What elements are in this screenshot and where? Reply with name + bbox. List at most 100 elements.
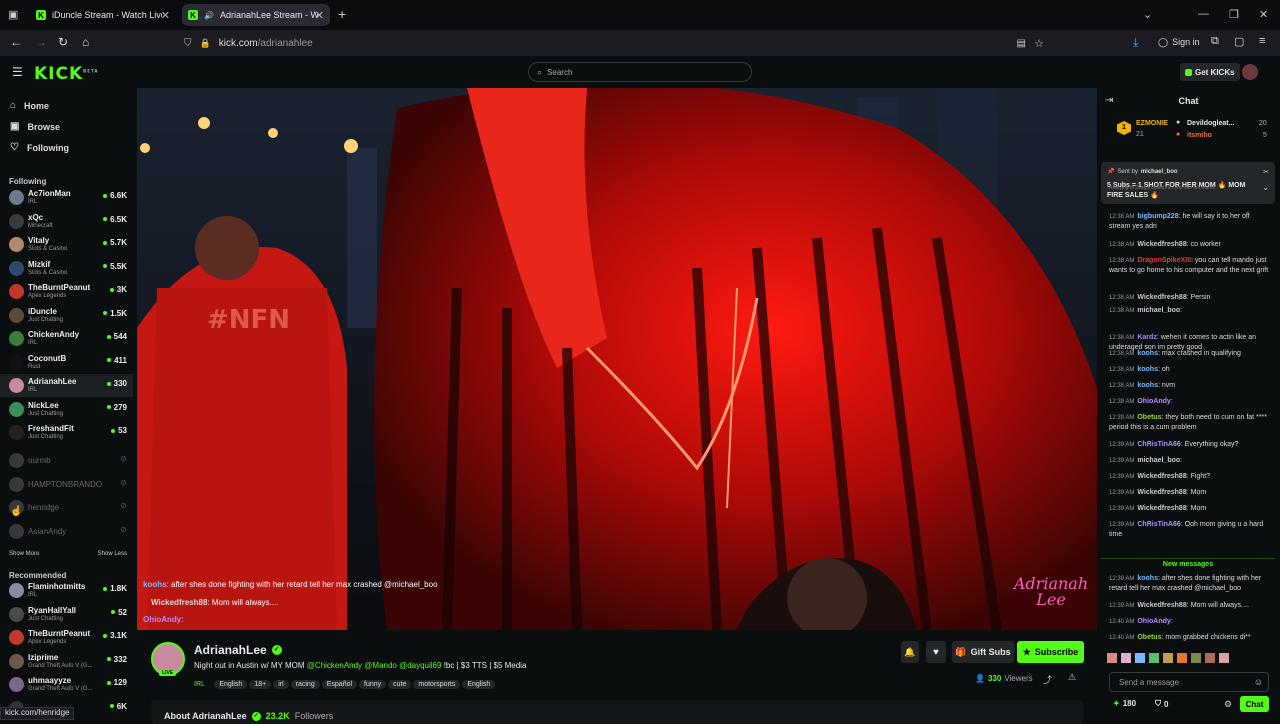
- chat-message[interactable]: 12:39 AM ChRisTinA66: Everything okay?: [1109, 440, 1269, 450]
- emoji-picker-icon[interactable]: ☺: [1254, 677, 1263, 687]
- chat-username[interactable]: koohs: [1137, 575, 1158, 582]
- chat-message[interactable]: 12:39 AM Wickedfresh88: Mom: [1109, 504, 1269, 514]
- tab-overview-icon[interactable]: ▣: [8, 8, 18, 21]
- chat-username[interactable]: Wickedfresh88: [1137, 241, 1186, 248]
- stream-category[interactable]: IRL: [194, 681, 205, 688]
- chat-username[interactable]: ChRisTinA66: [1137, 521, 1180, 528]
- chat-message[interactable]: 12:40 AM OhioAndy:: [1109, 617, 1269, 627]
- chat-username[interactable]: Wickedfresh88: [1137, 294, 1186, 301]
- downloads-icon[interactable]: ⤓: [1133, 35, 1138, 50]
- report-icon[interactable]: ⚠: [1068, 672, 1076, 683]
- tab-adrianahlee[interactable]: K 🔊 AdrianahLee Stream - Watch ✕: [182, 4, 330, 26]
- chat-message[interactable]: 12:38 AM koohs: max crashed in qualifying: [1109, 349, 1269, 359]
- channel-item[interactable]: NickLee Just Chatting 279: [0, 398, 133, 421]
- emote-icon[interactable]: [1163, 653, 1173, 663]
- reader-view-icon[interactable]: ▤: [1017, 38, 1026, 49]
- stream-tag[interactable]: funny: [359, 680, 387, 689]
- chat-message[interactable]: 12:39 AM michael_boo:: [1109, 456, 1269, 466]
- channel-item[interactable]: uhmaayyze Grand Theft Auto V (G... 129: [0, 673, 133, 696]
- share-icon[interactable]: ⤴: [1043, 673, 1052, 686]
- stream-tag[interactable]: English: [214, 680, 248, 689]
- chat-username[interactable]: Obetus: [1137, 414, 1161, 421]
- emote-icon[interactable]: [1219, 653, 1229, 663]
- chat-username[interactable]: Wickedfresh88: [1137, 602, 1186, 609]
- new-tab-icon[interactable]: +: [338, 6, 346, 22]
- lock-icon[interactable]: 🔒: [200, 38, 211, 49]
- forward-icon[interactable]: →: [35, 35, 47, 49]
- chat-message[interactable]: 12:40 AM Obetus: mom grabbed chickens di*…: [1109, 633, 1269, 643]
- chat-username[interactable]: Wickedfresh88: [1137, 473, 1186, 480]
- chat-settings-icon[interactable]: ⚙: [1224, 699, 1232, 710]
- send-chat-button[interactable]: Chat: [1240, 696, 1269, 712]
- channel-item[interactable]: Flaminhotmitts IRL 1.8K: [0, 579, 133, 602]
- bookmark-star-icon[interactable]: ☆: [1034, 37, 1044, 50]
- show-less-button[interactable]: Show Less: [98, 551, 127, 557]
- sidebar-toggle-icon[interactable]: ▢: [1234, 35, 1244, 48]
- video-player[interactable]: #NFN koohs: after shes done fighting wit…: [137, 88, 1097, 630]
- notifications-button[interactable]: 🔔: [901, 641, 919, 663]
- chat-username[interactable]: OhioAndy: [1137, 618, 1170, 625]
- nav-following[interactable]: ♡ Following: [10, 142, 69, 153]
- sign-in-button[interactable]: ◯ Sign in: [1158, 37, 1200, 48]
- channel-item[interactable]: Vitaly Slots & Casino 5.7K: [0, 233, 133, 256]
- chat-message[interactable]: 12:39 AM Wickedfresh88: Fight?: [1109, 472, 1269, 482]
- emote-icon[interactable]: [1205, 653, 1215, 663]
- show-more-button[interactable]: Show More: [9, 551, 39, 557]
- channel-item[interactable]: TheBurntPeanut Apex Legends 3.1K: [0, 626, 133, 649]
- follow-button[interactable]: ♥: [926, 641, 946, 663]
- extensions-icon[interactable]: ⧉: [1211, 35, 1219, 48]
- chat-message[interactable]: 12:38 AM DragonSpikeXIII: you can tell ma…: [1109, 256, 1269, 276]
- channel-item-offline[interactable]: ourmb ⊘: [0, 449, 133, 472]
- speaker-icon[interactable]: 🔊: [204, 11, 214, 20]
- subscribe-button[interactable]: ★ Subscribe: [1017, 641, 1084, 663]
- chat-username[interactable]: michael_boo: [1137, 457, 1180, 464]
- new-messages-divider[interactable]: New messages: [1101, 558, 1275, 568]
- chat-message[interactable]: 12:38 AM koohs: oh: [1109, 365, 1269, 375]
- channel-points[interactable]: ✦ 180: [1113, 699, 1136, 708]
- stream-tag[interactable]: 18+: [249, 680, 272, 689]
- emote-icon[interactable]: [1149, 653, 1159, 663]
- maximize-icon[interactable]: ❐: [1229, 8, 1239, 21]
- stream-tag[interactable]: irl: [273, 680, 289, 689]
- minimize-icon[interactable]: —: [1198, 8, 1209, 20]
- channel-item-offline[interactable]: HAMPTONBRANDO ⊘: [0, 473, 133, 496]
- close-window-icon[interactable]: ✕: [1259, 8, 1268, 21]
- channel-item[interactable]: Mizkif Slots & Casino 5.5K: [0, 257, 133, 280]
- close-tab-icon[interactable]: ✕: [315, 9, 324, 22]
- chat-message[interactable]: 12:39 AM OhioAndy:: [1109, 397, 1269, 407]
- chat-username[interactable]: Wickedfresh88: [1137, 489, 1186, 496]
- tab-list-chevron-icon[interactable]: ⌄: [1143, 8, 1152, 21]
- emote-icon[interactable]: [1177, 653, 1187, 663]
- close-tab-icon[interactable]: ✕: [161, 9, 170, 22]
- chat-message[interactable]: 12:39 AM Wickedfresh88: Mom: [1109, 488, 1269, 498]
- chat-username[interactable]: DragonSpikeXIII: [1137, 257, 1191, 264]
- chat-mention[interactable]: @michael_boo: [1194, 585, 1241, 592]
- chat-message[interactable]: 12:39 AM koohs: after shes done fighting …: [1109, 574, 1269, 594]
- channel-item[interactable]: TheBurntPeanut Apex Legends 3K: [0, 280, 133, 303]
- chat-message[interactable]: 12:38 AM Wickedfresh88: co worker: [1109, 240, 1269, 250]
- chat-message[interactable]: 12:39 AM ChRisTinA66: Ooh mom giving u a …: [1109, 520, 1269, 540]
- chat-message[interactable]: 12:38 AM bigbump228: he will say it to he…: [1109, 212, 1269, 232]
- channel-item[interactable]: xQc Minecraft 6.5K: [0, 210, 133, 233]
- chat-username[interactable]: michael_boo: [1137, 307, 1180, 314]
- stream-title-mentions[interactable]: @ChickenAndy @Mando @dayquil69: [307, 661, 442, 670]
- channel-item[interactable]: CoconutB Rust 411: [0, 351, 133, 374]
- chat-message[interactable]: 12:39 AM Wickedfresh88: Mom will always..…: [1109, 601, 1269, 611]
- channel-item[interactable]: RyanHallYall Just Chatting 52: [0, 603, 133, 626]
- emote-icon[interactable]: [1191, 653, 1201, 663]
- gift-count[interactable]: ⛉ 0: [1155, 699, 1168, 709]
- kick-logo[interactable]: KICKBETA: [34, 64, 98, 84]
- chat-message[interactable]: 12:38 AM michael_boo:: [1109, 306, 1269, 316]
- chat-username[interactable]: koohs: [1137, 382, 1158, 389]
- pinned-message[interactable]: 📌 Sent by michael_boo 5 Subs = 1 SHOT FO…: [1101, 162, 1275, 204]
- stream-tag[interactable]: Español: [321, 680, 358, 689]
- chat-username[interactable]: Kardz: [1137, 334, 1156, 341]
- unpin-icon[interactable]: ✂: [1263, 168, 1269, 176]
- tracking-shield-icon[interactable]: ⛉: [184, 38, 192, 49]
- emote-icon[interactable]: [1121, 653, 1131, 663]
- channel-item[interactable]: FreshandFit Just Chatting 53: [0, 421, 133, 444]
- chat-username[interactable]: Wickedfresh88: [1137, 505, 1186, 512]
- nav-browse[interactable]: ▣ Browse: [10, 121, 60, 132]
- stream-tag[interactable]: cute: [388, 680, 412, 689]
- home-icon[interactable]: ⌂: [82, 35, 89, 49]
